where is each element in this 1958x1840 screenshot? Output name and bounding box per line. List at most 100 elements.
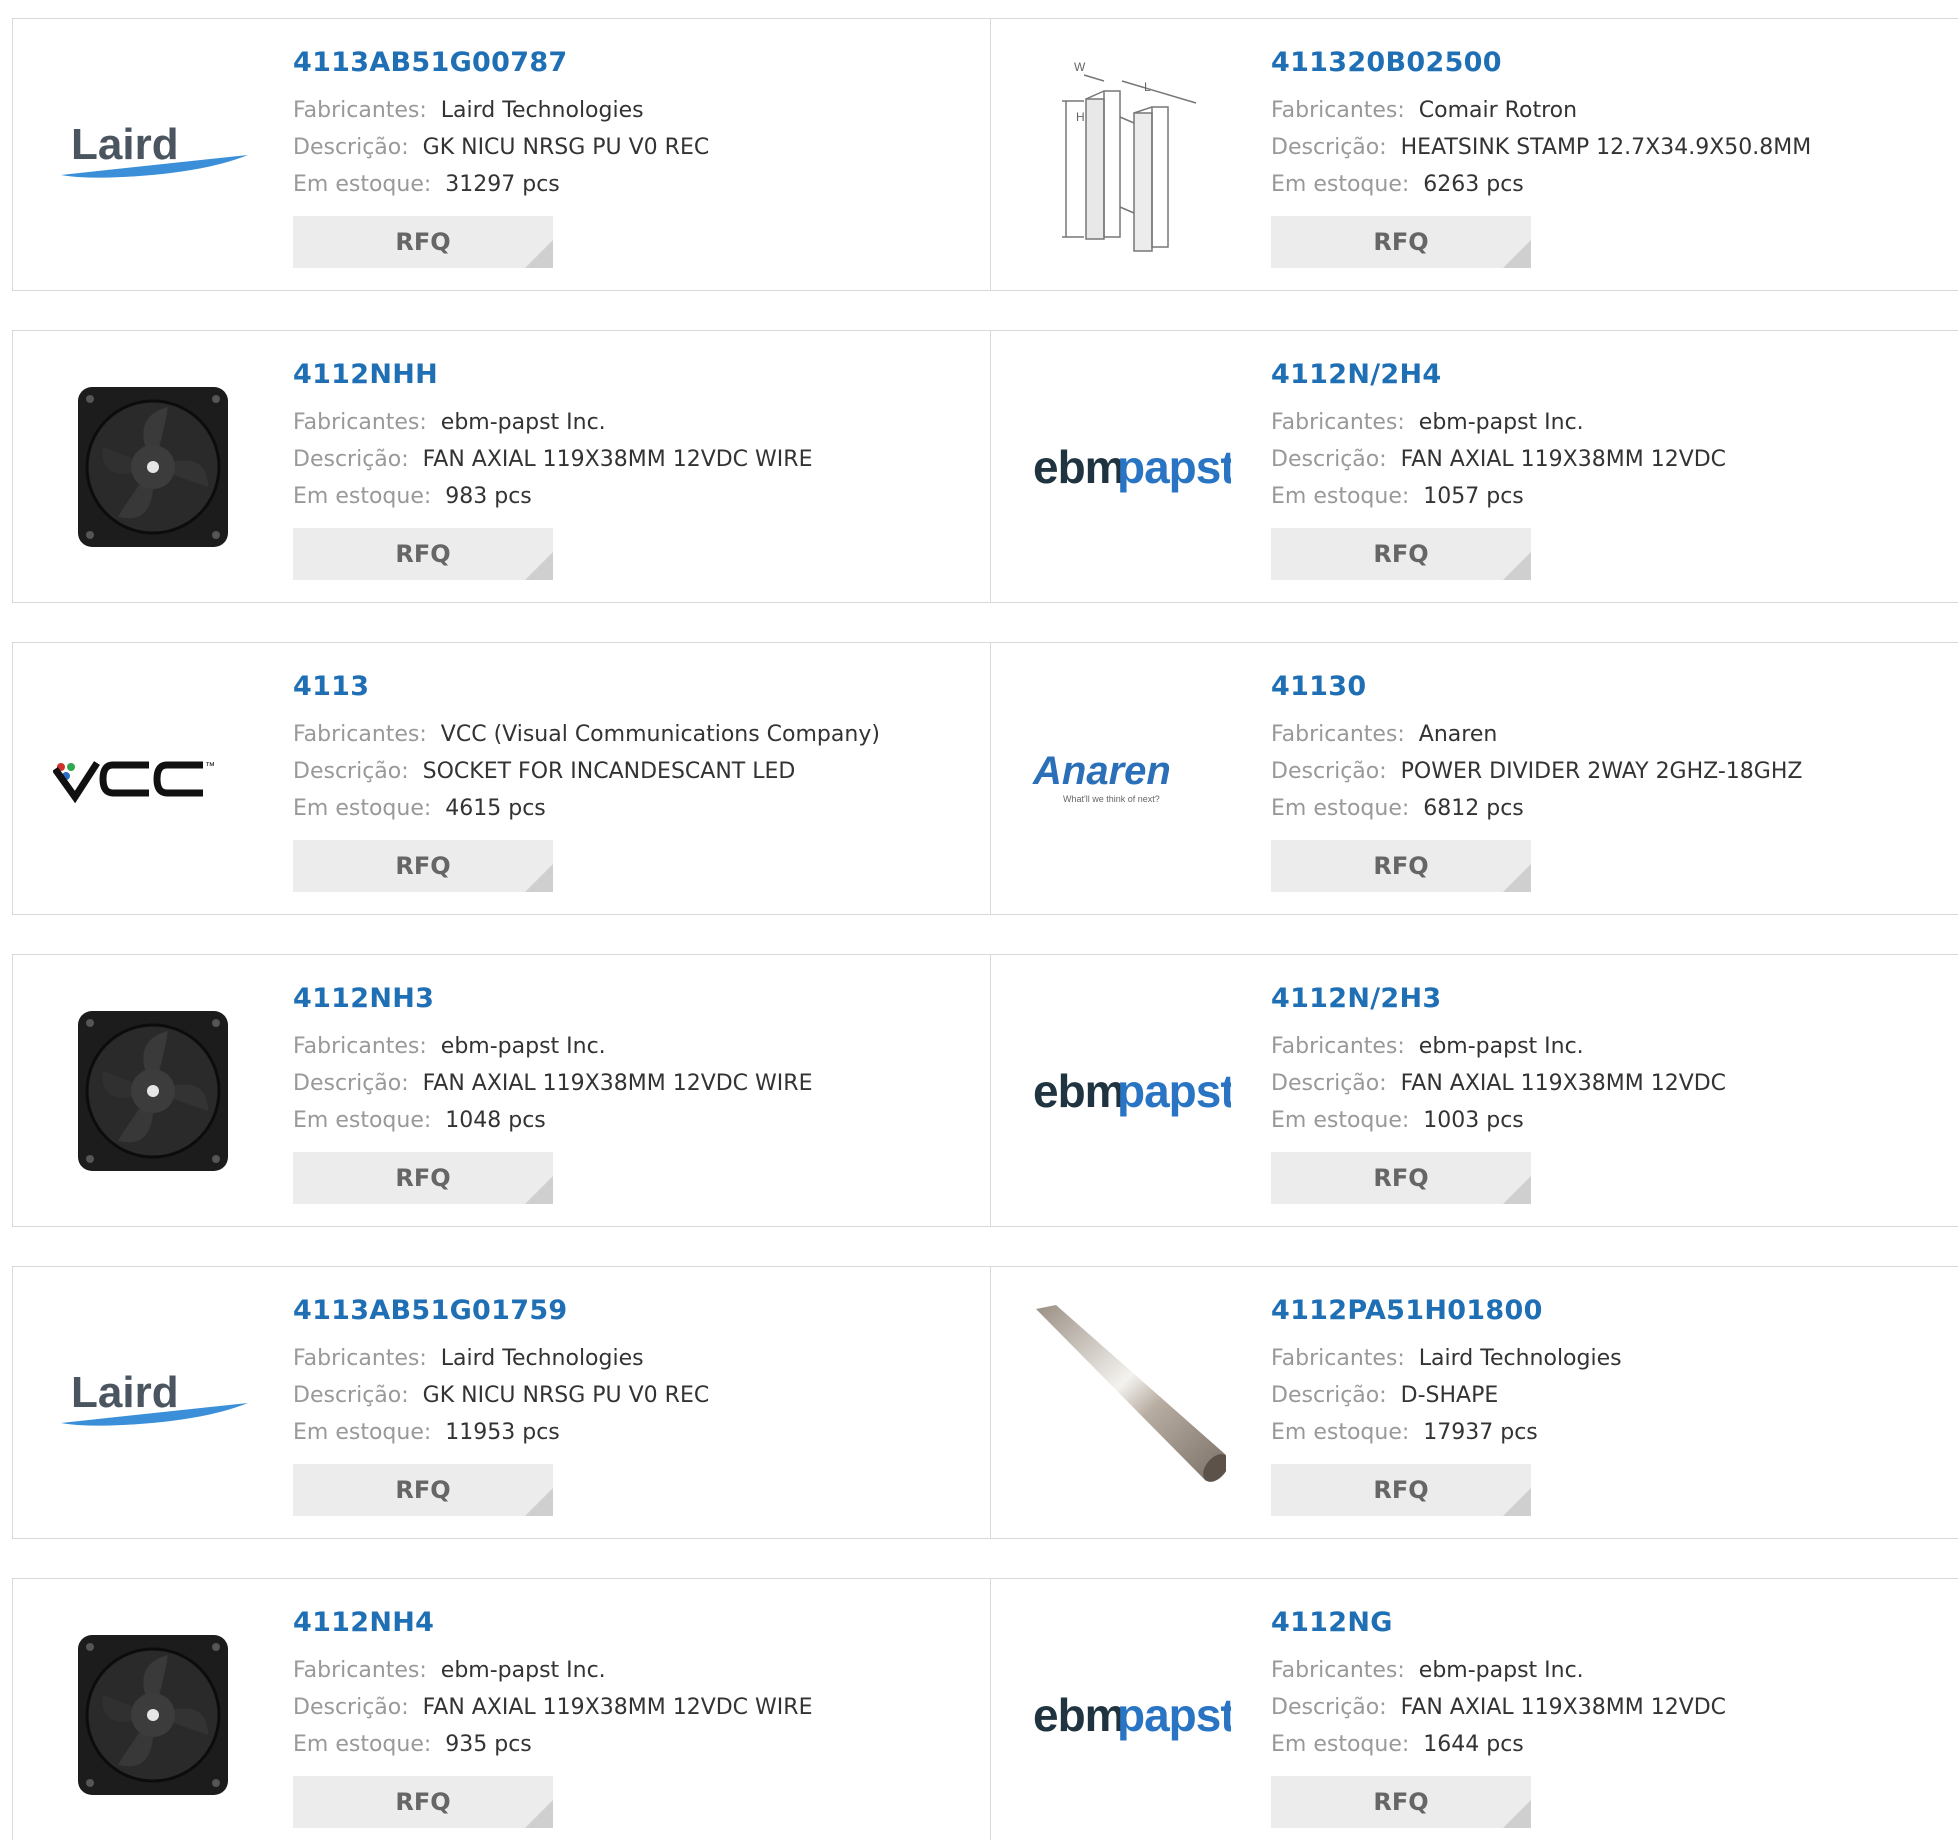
product-image[interactable]: Laird: [53, 1305, 253, 1501]
description-value: POWER DIVIDER 2WAY 2GHZ-18GHZ: [1400, 759, 1803, 784]
dimension-l: L: [1144, 80, 1151, 94]
description-value: FAN AXIAL 119X38MM 12VDC: [1400, 1071, 1727, 1096]
dimension-w: W: [1074, 60, 1086, 74]
product-image[interactable]: [53, 993, 253, 1189]
product-image[interactable]: [53, 1617, 253, 1813]
part-number-link[interactable]: 4112NH4: [293, 1607, 812, 1638]
manufacturer-row: Fabricantes: ebm-papst Inc.: [293, 404, 812, 441]
product-image[interactable]: Anaren What'll we think of next?: [1031, 681, 1231, 877]
product-image[interactable]: ™: [53, 681, 253, 877]
product-card: 4112NH3 Fabricantes: ebm-papst Inc. Descr…: [13, 955, 991, 1226]
rfq-button[interactable]: RFQ: [1271, 1776, 1531, 1828]
stock-value: 1003 pcs: [1423, 1108, 1524, 1133]
rfq-button[interactable]: RFQ: [1271, 840, 1531, 892]
part-number-link[interactable]: 4112NH3: [293, 983, 812, 1014]
corner-fold-icon: [525, 240, 553, 268]
product-card: Laird 4113AB51G00787 Fabricantes: Laird T…: [13, 19, 991, 290]
manufacturer-value: VCC (Visual Communications Company): [440, 722, 880, 747]
stock-label: Em estoque:: [293, 1108, 432, 1133]
manufacturer-row: Fabricantes: ebm-papst Inc.: [293, 1652, 812, 1689]
part-number-link[interactable]: 4113: [293, 671, 880, 702]
rfq-button[interactable]: RFQ: [293, 840, 553, 892]
manufacturer-row: Fabricantes: Laird Technologies: [1271, 1340, 1622, 1377]
corner-fold-icon: [525, 552, 553, 580]
stock-value: 1644 pcs: [1423, 1732, 1524, 1757]
manufacturer-label: Fabricantes:: [1271, 1658, 1405, 1683]
rfq-button[interactable]: RFQ: [1271, 1152, 1531, 1204]
stock-label: Em estoque:: [293, 1420, 432, 1445]
vcc-tm: ™: [205, 761, 215, 772]
product-image[interactable]: W L H: [1031, 57, 1231, 253]
part-number-link[interactable]: 4112NHH: [293, 359, 812, 390]
description-row: Descrição: HEATSINK STAMP 12.7X34.9X50.8M…: [1271, 129, 1811, 166]
part-number-link[interactable]: 4112NG: [1271, 1607, 1726, 1638]
product-image[interactable]: [53, 369, 253, 565]
rfq-button[interactable]: RFQ: [1271, 216, 1531, 268]
rfq-label: RFQ: [395, 540, 451, 568]
manufacturer-label: Fabricantes:: [293, 98, 427, 123]
ebm-text: ebm: [1033, 1065, 1125, 1117]
papst-text: papst: [1117, 1065, 1231, 1117]
description-value: FAN AXIAL 119X38MM 12VDC: [1400, 1695, 1727, 1720]
stock-value: 31297 pcs: [445, 172, 560, 197]
product-image[interactable]: Laird: [53, 57, 253, 253]
rfq-label: RFQ: [1373, 540, 1429, 568]
manufacturer-value: Anaren: [1418, 722, 1498, 747]
stock-value: 11953 pcs: [445, 1420, 560, 1445]
description-label: Descrição:: [1271, 1383, 1387, 1408]
corner-fold-icon: [1503, 864, 1531, 892]
stock-row: Em estoque: 6812 pcs: [1271, 790, 1802, 827]
heatsink-drawing: W L H: [1062, 60, 1197, 252]
corner-fold-icon: [1503, 1800, 1531, 1828]
stock-label: Em estoque:: [293, 172, 432, 197]
product-image[interactable]: ebm papst: [1031, 1617, 1231, 1813]
description-row: Descrição: D-SHAPE: [1271, 1377, 1622, 1414]
product-row: 4112NH3 Fabricantes: ebm-papst Inc. Descr…: [12, 954, 1958, 1227]
product-image[interactable]: ebm papst: [1031, 369, 1231, 565]
part-number-link[interactable]: 4112N/2H4: [1271, 359, 1726, 390]
manufacturer-row: Fabricantes: ebm-papst Inc.: [1271, 1028, 1726, 1065]
rfq-button[interactable]: RFQ: [1271, 1464, 1531, 1516]
manufacturer-value: ebm-papst Inc.: [440, 1034, 606, 1059]
product-row: Laird 4113AB51G01759 Fabricantes: Laird T…: [12, 1266, 1958, 1539]
product-image[interactable]: ebm papst: [1031, 993, 1231, 1189]
vcc-logo: ™: [53, 761, 215, 804]
fan-photo: [78, 1011, 228, 1171]
stock-label: Em estoque:: [293, 796, 432, 821]
stock-value: 6812 pcs: [1423, 796, 1524, 821]
description-row: Descrição: FAN AXIAL 119X38MM 12VDC WIRE: [293, 441, 812, 478]
ebm-text: ebm: [1033, 1689, 1125, 1741]
description-label: Descrição:: [1271, 135, 1387, 160]
rfq-label: RFQ: [1373, 852, 1429, 880]
manufacturer-label: Fabricantes:: [293, 410, 427, 435]
manufacturer-label: Fabricantes:: [1271, 98, 1405, 123]
manufacturer-row: Fabricantes: Laird Technologies: [293, 1340, 709, 1377]
description-row: Descrição: GK NICU NRSG PU V0 REC: [293, 1377, 709, 1414]
part-number-link[interactable]: 4112PA51H01800: [1271, 1295, 1622, 1326]
part-number-link[interactable]: 4113AB51G01759: [293, 1295, 709, 1326]
part-number-link[interactable]: 4113AB51G00787: [293, 47, 709, 78]
corner-fold-icon: [1503, 1488, 1531, 1516]
rfq-button[interactable]: RFQ: [1271, 528, 1531, 580]
part-number-link[interactable]: 4112N/2H3: [1271, 983, 1726, 1014]
part-number-link[interactable]: 41130: [1271, 671, 1802, 702]
product-image[interactable]: [1031, 1305, 1231, 1501]
rfq-button[interactable]: RFQ: [293, 1776, 553, 1828]
rfq-button[interactable]: RFQ: [293, 1464, 553, 1516]
description-label: Descrição:: [293, 1383, 409, 1408]
rfq-button[interactable]: RFQ: [293, 528, 553, 580]
laird-logo-text: Laird: [71, 120, 179, 169]
product-card: 4112NH4 Fabricantes: ebm-papst Inc. Descr…: [13, 1579, 991, 1840]
description-row: Descrição: FAN AXIAL 119X38MM 12VDC: [1271, 1689, 1726, 1726]
description-value: GK NICU NRSG PU V0 REC: [422, 1383, 710, 1408]
manufacturer-value: ebm-papst Inc.: [1418, 1034, 1584, 1059]
ebmpapst-logo: ebm papst: [1033, 441, 1231, 493]
manufacturer-label: Fabricantes:: [1271, 410, 1405, 435]
rfq-button[interactable]: RFQ: [293, 1152, 553, 1204]
part-number-link[interactable]: 411320B02500: [1271, 47, 1811, 78]
rfq-button[interactable]: RFQ: [293, 216, 553, 268]
rfq-label: RFQ: [1373, 228, 1429, 256]
description-value: FAN AXIAL 119X38MM 12VDC WIRE: [422, 1695, 813, 1720]
stock-value: 1048 pcs: [445, 1108, 546, 1133]
papst-text: papst: [1117, 1689, 1231, 1741]
